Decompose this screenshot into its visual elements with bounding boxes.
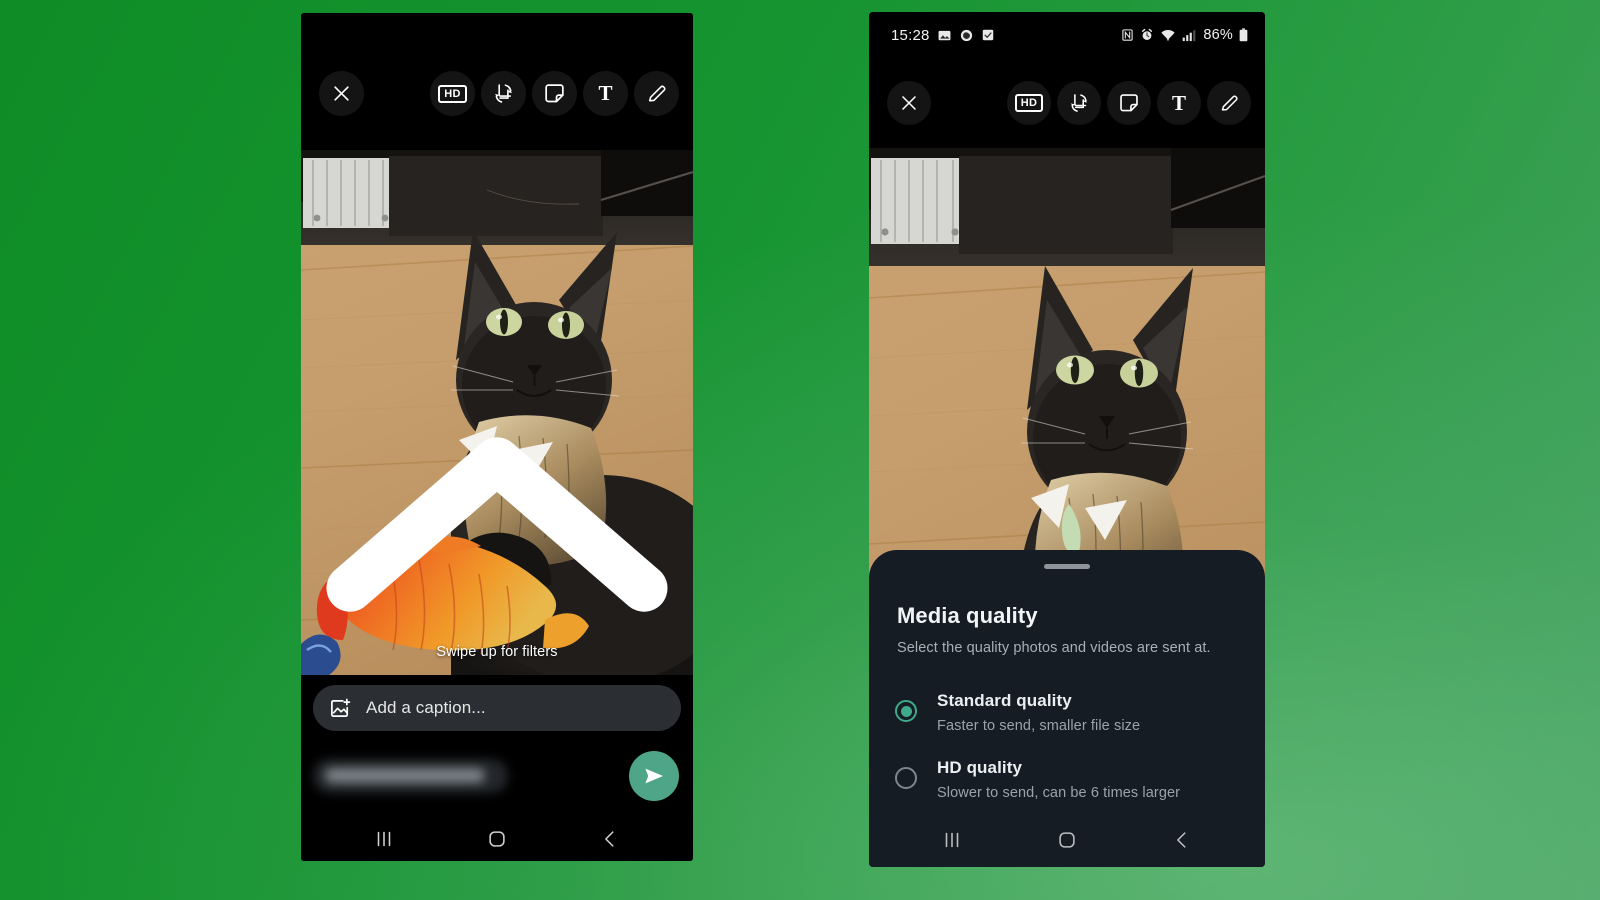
recipient-chip-blurred[interactable]	[313, 759, 508, 793]
caption-input[interactable]: Add a caption...	[313, 685, 681, 731]
sticker-icon	[545, 84, 564, 103]
battery-percent: 86%	[1203, 27, 1233, 43]
right-system-navbar	[869, 813, 1265, 867]
sheet-drag-handle[interactable]	[1044, 564, 1090, 569]
home-icon[interactable]	[1056, 829, 1078, 851]
right-editor-toolbar: HD T	[869, 58, 1265, 148]
crop-rotate-button[interactable]	[481, 71, 526, 116]
left-editor-toolbar: HD T	[301, 13, 693, 150]
back-icon[interactable]	[1171, 829, 1193, 851]
sheet-title: Media quality	[897, 603, 1038, 628]
radio-hd-quality[interactable]	[895, 767, 917, 789]
option-standard-title: Standard quality	[937, 691, 1072, 710]
pencil-icon	[648, 85, 666, 101]
close-icon	[334, 86, 349, 101]
status-bar: 15:28 86%	[869, 12, 1265, 58]
close-button[interactable]	[319, 71, 364, 116]
checkbox-icon	[982, 29, 993, 41]
quality-options-list: Standard quality Faster to send, smaller…	[869, 679, 1265, 813]
alarm-icon	[1142, 28, 1153, 40]
hd-badge-label: HD	[1014, 94, 1044, 112]
hd-toggle-button[interactable]: HD	[430, 71, 475, 116]
status-right-group: 86%	[1121, 27, 1248, 43]
capture-icon	[960, 29, 972, 41]
media-quality-sheet: Media quality Select the quality photos …	[869, 550, 1265, 813]
pencil-icon	[1221, 94, 1238, 111]
left-phone-screen: HD T Swipe up for filters Add a caption.…	[301, 13, 693, 861]
signal-icon	[1183, 29, 1196, 41]
send-row	[301, 739, 693, 813]
crop-rotate-button[interactable]	[1057, 81, 1101, 125]
radio-standard-quality[interactable]	[895, 700, 917, 722]
close-button[interactable]	[887, 81, 931, 125]
status-clock: 15:28	[891, 26, 930, 44]
caption-area: Add a caption...	[301, 675, 693, 739]
draw-tool-button[interactable]	[634, 71, 679, 116]
right-phone-screen: 15:28 86% HD T Media quality Select the …	[869, 12, 1265, 867]
nfc-icon	[1122, 29, 1134, 41]
battery-icon	[1239, 28, 1248, 42]
hd-toggle-button[interactable]: HD	[1007, 81, 1051, 125]
cat-photo-left	[301, 150, 693, 675]
sticker-button[interactable]	[532, 71, 577, 116]
recents-icon[interactable]	[941, 829, 963, 851]
back-icon[interactable]	[599, 828, 621, 850]
option-hd-quality[interactable]: HD quality Slower to send, can be 6 time…	[869, 746, 1265, 813]
text-tool-button[interactable]: T	[1157, 81, 1201, 125]
option-standard-description: Faster to send, smaller file size	[937, 718, 1141, 734]
sticker-icon	[1120, 94, 1138, 112]
status-left-group: 15:28	[891, 27, 995, 44]
option-hd-title: HD quality	[937, 758, 1023, 777]
option-hd-description: Slower to send, can be 6 times larger	[937, 785, 1181, 801]
recents-icon[interactable]	[373, 828, 395, 850]
send-icon	[645, 768, 663, 784]
close-icon	[902, 96, 916, 110]
crop-rotate-icon	[495, 84, 512, 103]
left-system-navbar	[301, 813, 693, 861]
crop-rotate-icon	[1070, 94, 1088, 112]
draw-tool-button[interactable]	[1207, 81, 1251, 125]
image-icon	[938, 30, 950, 40]
add-photo-icon	[331, 698, 351, 717]
text-tool-label: T	[1171, 90, 1186, 115]
hd-badge-label: HD	[438, 84, 467, 103]
screenshot-canvas: HD T Swipe up for filters Add a caption.…	[0, 0, 1600, 900]
left-photo-preview[interactable]: Swipe up for filters	[301, 150, 693, 675]
text-tool-button[interactable]: T	[583, 71, 628, 116]
send-button[interactable]	[629, 751, 679, 801]
caption-placeholder: Add a caption...	[366, 698, 486, 717]
wifi-icon	[1161, 29, 1175, 41]
sticker-button[interactable]	[1107, 81, 1151, 125]
option-standard-quality[interactable]: Standard quality Faster to send, smaller…	[869, 679, 1265, 746]
home-icon[interactable]	[486, 828, 508, 850]
sheet-subtitle: Select the quality photos and videos are…	[897, 640, 1211, 656]
text-tool-label: T	[598, 81, 613, 105]
